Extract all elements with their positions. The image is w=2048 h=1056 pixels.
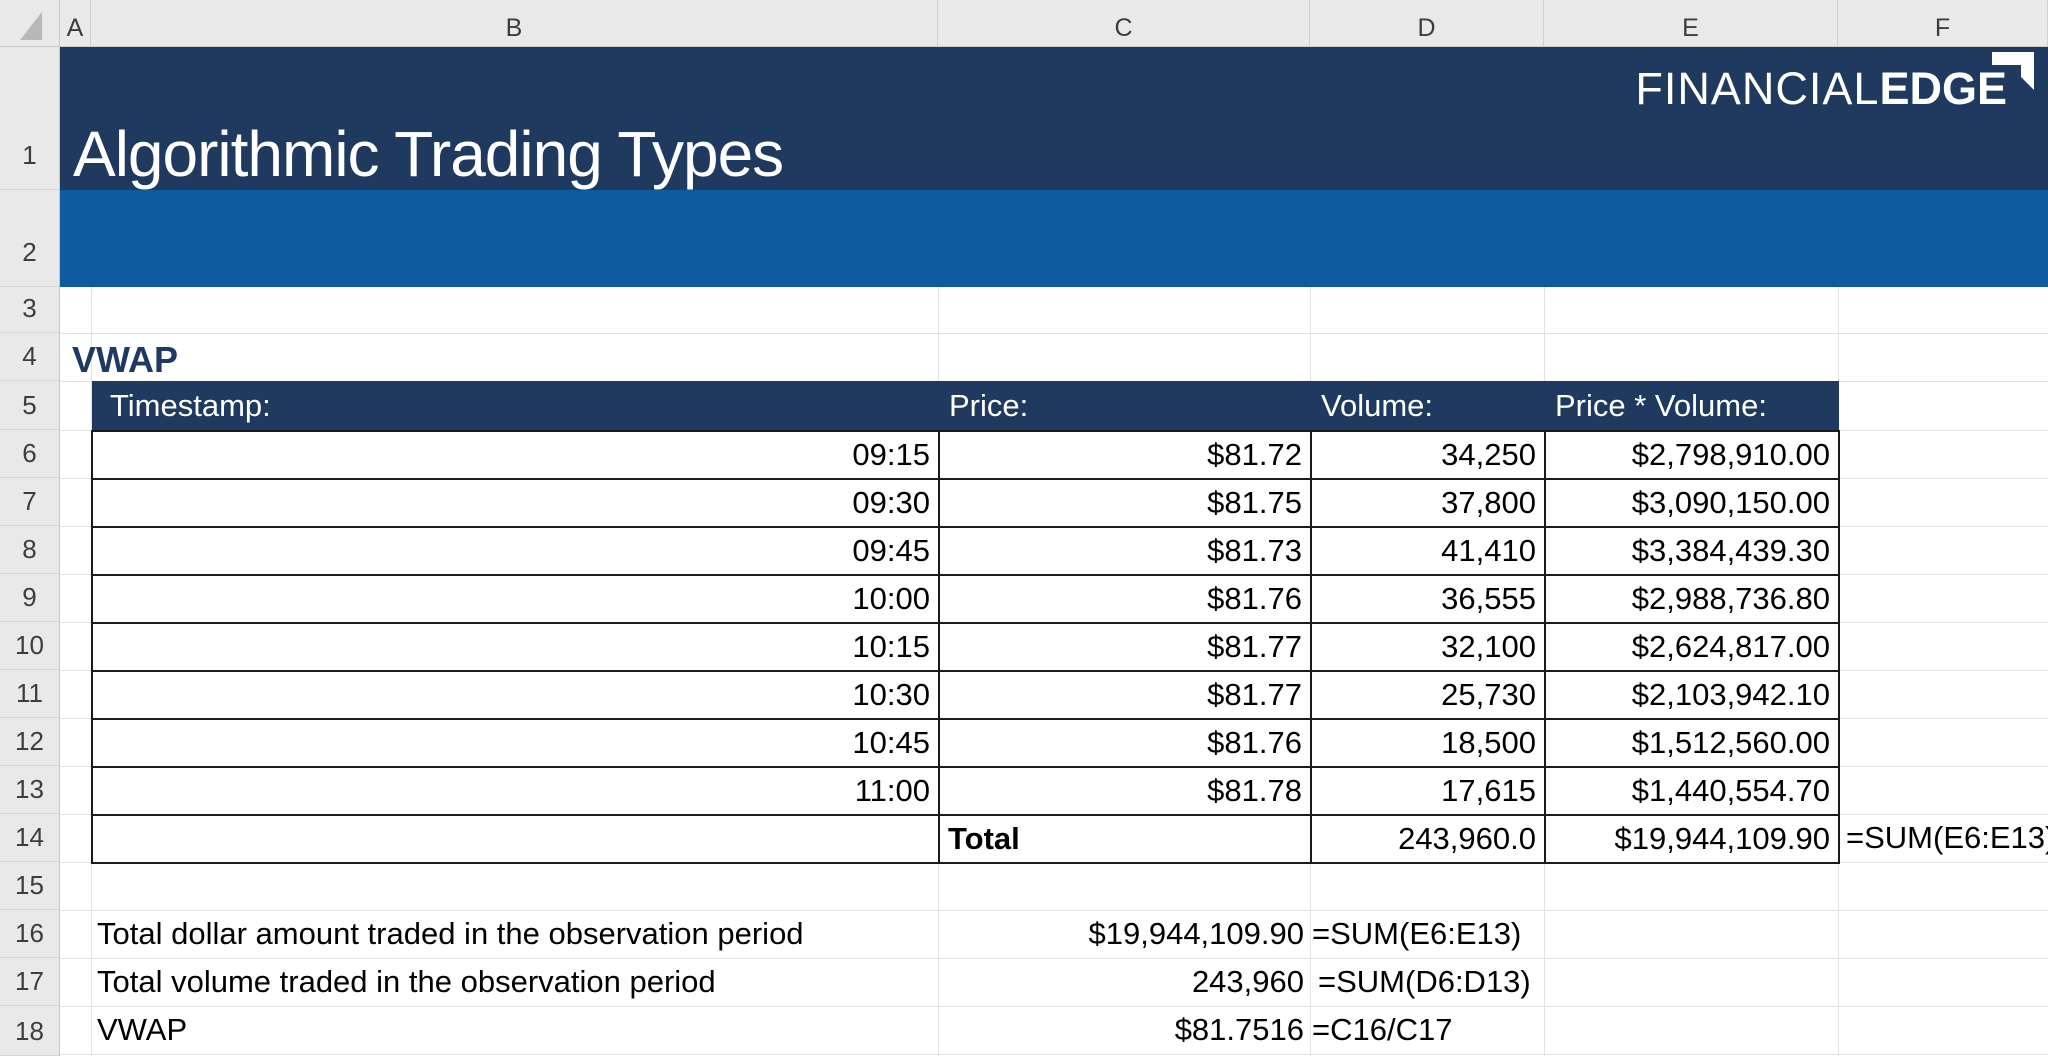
table-header-row: Timestamp: Price: Volume: Price * Volume… bbox=[92, 381, 1839, 431]
logo-text-bold: EDGE bbox=[1879, 63, 2007, 115]
banner-accent-band bbox=[60, 190, 2048, 287]
cell-price-volume[interactable]: $2,103,942.10 bbox=[1545, 671, 1839, 719]
cell-timestamp[interactable]: 09:15 bbox=[92, 431, 939, 479]
row-header-14[interactable]: 14 bbox=[0, 814, 59, 862]
summary-label[interactable]: Total dollar amount traded in the observ… bbox=[97, 910, 804, 958]
row-header-11[interactable]: 11 bbox=[0, 670, 59, 718]
cell-price-volume[interactable]: $2,624,817.00 bbox=[1545, 623, 1839, 671]
cell-timestamp[interactable]: 10:00 bbox=[92, 575, 939, 623]
row-header-10[interactable]: 10 bbox=[0, 622, 59, 670]
cell-price[interactable]: $81.77 bbox=[939, 671, 1311, 719]
table-row: 09:30 $81.75 37,800 $3,090,150.00 bbox=[92, 479, 1839, 527]
cell-volume[interactable]: 34,250 bbox=[1311, 431, 1545, 479]
cell-timestamp[interactable]: 09:45 bbox=[92, 527, 939, 575]
summary-formula[interactable]: =SUM(E6:E13) bbox=[1312, 910, 1521, 958]
cell-price[interactable]: $81.78 bbox=[939, 767, 1311, 815]
cell-price-volume[interactable]: $2,988,736.80 bbox=[1545, 575, 1839, 623]
row-header-13[interactable]: 13 bbox=[0, 766, 59, 814]
summary-formula[interactable]: =C16/C17 bbox=[1312, 1006, 1452, 1054]
cell-volume[interactable]: 17,615 bbox=[1311, 767, 1545, 815]
cell-volume[interactable]: 36,555 bbox=[1311, 575, 1545, 623]
cell-price[interactable]: $81.72 bbox=[939, 431, 1311, 479]
summary-value[interactable]: $81.7516 bbox=[938, 1006, 1304, 1054]
cell-price[interactable]: $81.75 bbox=[939, 479, 1311, 527]
cell-price[interactable]: $81.76 bbox=[939, 719, 1311, 767]
row-header-4[interactable]: 4 bbox=[0, 333, 59, 381]
row-header-7[interactable]: 7 bbox=[0, 478, 59, 526]
vwap-table: Timestamp: Price: Volume: Price * Volume… bbox=[91, 381, 1840, 864]
financial-edge-logo: FINANCIALEDGE bbox=[1635, 63, 2034, 115]
column-header-F[interactable]: F bbox=[1838, 0, 2048, 46]
row-header-8[interactable]: 8 bbox=[0, 526, 59, 574]
cell-timestamp[interactable]: 11:00 bbox=[92, 767, 939, 815]
row-header-strip: 1 2 3 4 5 6 7 8 9 10 11 12 13 14 15 16 1… bbox=[0, 47, 60, 1056]
cell-volume[interactable]: 41,410 bbox=[1311, 527, 1545, 575]
column-header-strip: A B C D E F bbox=[60, 0, 2048, 47]
title-banner: Algorithmic Trading Types FINANCIALEDGE bbox=[60, 47, 2048, 190]
row-header-16[interactable]: 16 bbox=[0, 910, 59, 958]
column-header-C[interactable]: C bbox=[938, 0, 1310, 46]
cell-price-volume[interactable]: $3,090,150.00 bbox=[1545, 479, 1839, 527]
table-row: 10:30 $81.77 25,730 $2,103,942.10 bbox=[92, 671, 1839, 719]
cell-timestamp[interactable]: 10:30 bbox=[92, 671, 939, 719]
cell-price[interactable]: $81.73 bbox=[939, 527, 1311, 575]
row-header-2[interactable]: 2 bbox=[0, 190, 59, 287]
sheet-canvas: Algorithmic Trading Types FINANCIALEDGE … bbox=[60, 47, 2048, 1056]
total-volume-cell[interactable]: 243,960.0 bbox=[1311, 815, 1545, 863]
total-label-cell[interactable]: Total bbox=[939, 815, 1311, 863]
table-row: 10:45 $81.76 18,500 $1,512,560.00 bbox=[92, 719, 1839, 767]
summary-value[interactable]: 243,960 bbox=[938, 958, 1318, 1006]
cell-timestamp[interactable]: 09:30 bbox=[92, 479, 939, 527]
column-header-A[interactable]: A bbox=[60, 0, 91, 46]
cell-timestamp[interactable]: 10:45 bbox=[92, 719, 939, 767]
spreadsheet: A B C D E F 1 2 3 4 5 6 7 8 9 10 11 12 1… bbox=[0, 0, 2048, 1056]
select-all-triangle-icon bbox=[0, 0, 60, 47]
table-row: 10:00 $81.76 36,555 $2,988,736.80 bbox=[92, 575, 1839, 623]
header-cell-volume[interactable]: Volume: bbox=[1311, 381, 1545, 431]
cell-volume[interactable]: 37,800 bbox=[1311, 479, 1545, 527]
section-label-vwap[interactable]: VWAP bbox=[72, 333, 178, 383]
cell-price[interactable]: $81.77 bbox=[939, 623, 1311, 671]
table-row: 09:15 $81.72 34,250 $2,798,910.00 bbox=[92, 431, 1839, 479]
summary-label[interactable]: Total volume traded in the observation p… bbox=[97, 958, 716, 1006]
cell-volume[interactable]: 25,730 bbox=[1311, 671, 1545, 719]
cell-price-volume[interactable]: $2,798,910.00 bbox=[1545, 431, 1839, 479]
cell-timestamp[interactable]: 10:15 bbox=[92, 623, 939, 671]
summary-label[interactable]: VWAP bbox=[97, 1006, 187, 1054]
table-row: 11:00 $81.78 17,615 $1,440,554.70 bbox=[92, 767, 1839, 815]
row-header-18[interactable]: 18 bbox=[0, 1006, 59, 1056]
cell-price[interactable]: $81.76 bbox=[939, 575, 1311, 623]
row-header-12[interactable]: 12 bbox=[0, 718, 59, 766]
total-price-volume-cell[interactable]: $19,944,109.90 bbox=[1545, 815, 1839, 863]
summary-value[interactable]: $19,944,109.90 bbox=[938, 910, 1304, 958]
header-cell-price-volume[interactable]: Price * Volume: bbox=[1545, 381, 1839, 431]
logo-corner-arrow-icon bbox=[1992, 51, 2034, 91]
cell-price-volume[interactable]: $1,440,554.70 bbox=[1545, 767, 1839, 815]
row-header-3[interactable]: 3 bbox=[0, 287, 59, 333]
cell-volume[interactable]: 32,100 bbox=[1311, 623, 1545, 671]
cell-empty[interactable] bbox=[92, 815, 939, 863]
table-total-row: Total 243,960.0 $19,944,109.90 bbox=[92, 815, 1839, 863]
select-all-cell[interactable] bbox=[0, 0, 60, 47]
total-formula-cell[interactable]: =SUM(E6:E13) bbox=[1846, 814, 2048, 862]
row-header-6[interactable]: 6 bbox=[0, 430, 59, 478]
row-header-1[interactable]: 1 bbox=[0, 47, 59, 190]
table-row: 10:15 $81.77 32,100 $2,624,817.00 bbox=[92, 623, 1839, 671]
cell-price-volume[interactable]: $1,512,560.00 bbox=[1545, 719, 1839, 767]
table-row: 09:45 $81.73 41,410 $3,384,439.30 bbox=[92, 527, 1839, 575]
header-cell-price[interactable]: Price: bbox=[939, 381, 1311, 431]
column-header-E[interactable]: E bbox=[1544, 0, 1838, 46]
row-header-9[interactable]: 9 bbox=[0, 574, 59, 622]
row-header-17[interactable]: 17 bbox=[0, 958, 59, 1006]
page-title[interactable]: Algorithmic Trading Types bbox=[73, 121, 783, 188]
header-cell-timestamp[interactable]: Timestamp: bbox=[92, 381, 939, 431]
row-header-5[interactable]: 5 bbox=[0, 381, 59, 430]
cell-volume[interactable]: 18,500 bbox=[1311, 719, 1545, 767]
cell-price-volume[interactable]: $3,384,439.30 bbox=[1545, 527, 1839, 575]
column-header-D[interactable]: D bbox=[1310, 0, 1544, 46]
summary-formula[interactable]: =SUM(D6:D13) bbox=[1318, 958, 1531, 1006]
logo-text-thin: FINANCIAL bbox=[1635, 63, 1879, 115]
row-header-15[interactable]: 15 bbox=[0, 862, 59, 910]
column-header-B[interactable]: B bbox=[91, 0, 938, 46]
